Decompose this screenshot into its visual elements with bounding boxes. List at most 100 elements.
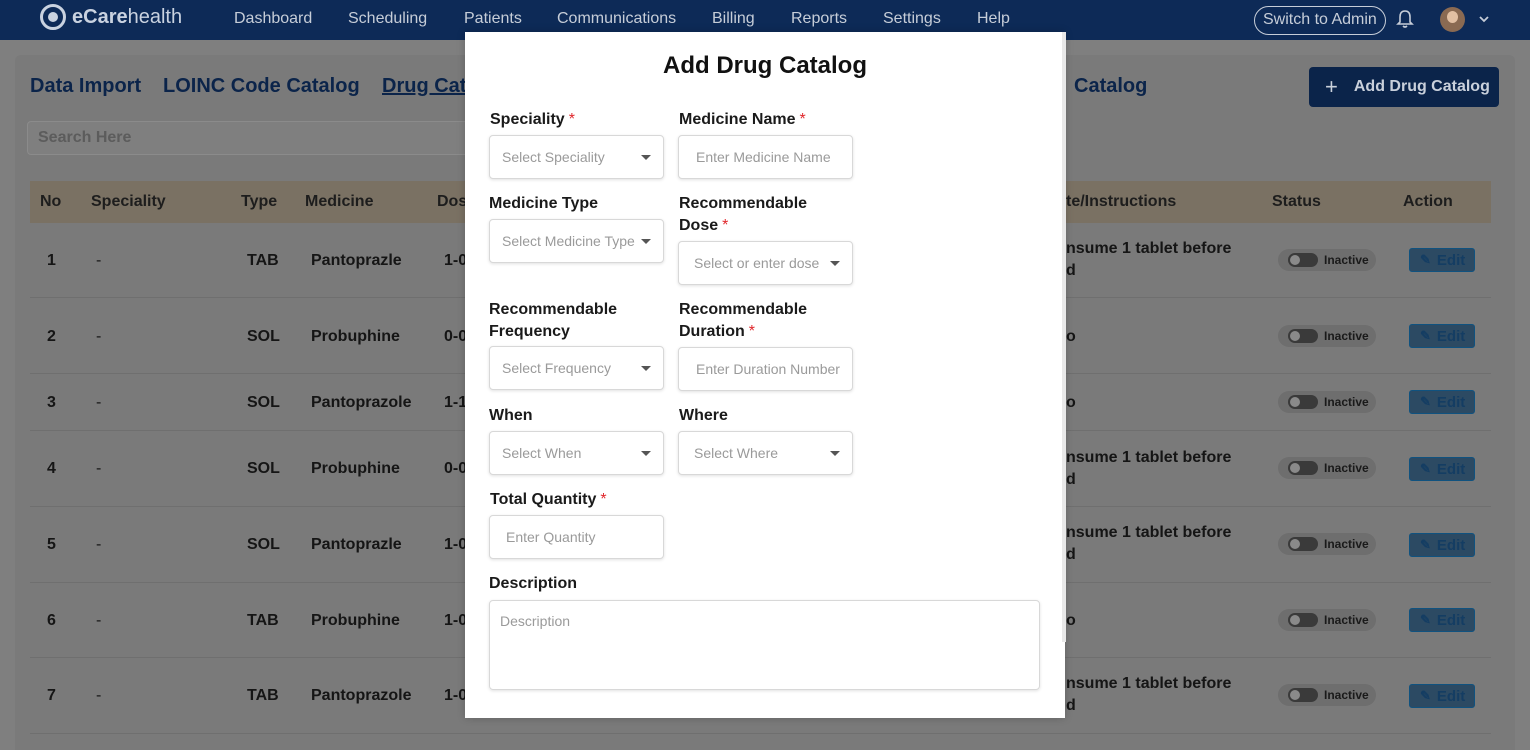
chevron-down-icon[interactable] xyxy=(1478,13,1490,25)
speciality-placeholder: Select Speciality xyxy=(502,149,605,165)
cell-no: 4 xyxy=(47,460,56,477)
cell-instructions: nsume 1 tablet before d xyxy=(1066,238,1231,282)
caret-down-icon xyxy=(641,451,651,456)
toggle-switch[interactable] xyxy=(1288,613,1318,627)
frequency-label-line-2: Frequency xyxy=(489,323,570,340)
cell-speciality: - xyxy=(96,252,102,269)
toggle-switch[interactable] xyxy=(1288,461,1318,475)
bell-icon[interactable] xyxy=(1396,9,1414,29)
status-badge[interactable]: Inactive xyxy=(1278,684,1376,706)
cell-dose: 0-0 xyxy=(444,328,468,345)
toggle-switch[interactable] xyxy=(1288,253,1318,267)
cell-type: TAB xyxy=(247,687,279,704)
pencil-icon: ✎ xyxy=(1420,688,1431,703)
nav-billing[interactable]: Billing xyxy=(712,10,755,28)
medicine-name-input[interactable]: Enter Medicine Name xyxy=(678,135,853,179)
quantity-placeholder: Enter Quantity xyxy=(506,529,596,545)
required-mark: * xyxy=(799,111,806,128)
edit-button[interactable]: ✎ Edit xyxy=(1409,248,1475,272)
description-textarea[interactable]: Description xyxy=(489,600,1040,690)
toggle-switch[interactable] xyxy=(1288,329,1318,343)
when-select[interactable]: Select When xyxy=(489,431,664,475)
frequency-label: Recommendable Frequency xyxy=(489,299,617,343)
add-drug-catalog-modal: Add Drug Catalog Speciality * Select Spec… xyxy=(465,32,1065,718)
instructions-line-2: d xyxy=(1066,262,1076,279)
nav-settings[interactable]: Settings xyxy=(883,10,941,28)
search-input[interactable]: Search Here xyxy=(27,121,477,155)
tab-other-catalog[interactable]: Catalog xyxy=(1074,75,1147,98)
medicine-type-select[interactable]: Select Medicine Type xyxy=(489,219,664,263)
required-mark: * xyxy=(722,217,729,234)
cell-instructions: o xyxy=(1066,394,1076,411)
nav-patients[interactable]: Patients xyxy=(464,10,522,28)
nav-help[interactable]: Help xyxy=(977,10,1010,28)
status-badge[interactable]: Inactive xyxy=(1278,533,1376,555)
modal-title: Add Drug Catalog xyxy=(663,52,867,79)
duration-input[interactable]: Enter Duration Number xyxy=(678,347,853,391)
edit-button[interactable]: ✎ Edit xyxy=(1409,533,1475,557)
app-logo[interactable]: eCare health xyxy=(40,4,182,30)
cell-medicine: Pantoprazle xyxy=(311,536,402,553)
where-select[interactable]: Select Where xyxy=(678,431,853,475)
edit-button[interactable]: ✎ Edit xyxy=(1409,608,1475,632)
frequency-select[interactable]: Select Frequency xyxy=(489,346,664,390)
cell-speciality: - xyxy=(96,536,102,553)
cell-dose: 1-0 xyxy=(444,536,468,553)
dose-select[interactable]: Select or enter dose xyxy=(678,241,853,285)
duration-label-line-2: Duration xyxy=(679,323,745,340)
cell-dose: 1-0 xyxy=(444,612,468,629)
cell-speciality: - xyxy=(96,612,102,629)
switch-to-admin-button[interactable]: Switch to Admin xyxy=(1254,6,1386,35)
add-drug-catalog-button[interactable]: + Add Drug Catalog xyxy=(1309,67,1499,107)
nav-dashboard[interactable]: Dashboard xyxy=(234,10,312,28)
edit-label: Edit xyxy=(1436,687,1466,705)
cell-no: 6 xyxy=(47,612,56,629)
pencil-icon: ✎ xyxy=(1420,537,1431,552)
edit-button[interactable]: ✎ Edit xyxy=(1409,457,1475,481)
tab-data-import[interactable]: Data Import xyxy=(30,75,141,98)
toggle-switch[interactable] xyxy=(1288,537,1318,551)
when-label: When xyxy=(489,407,533,424)
required-mark: * xyxy=(748,323,756,340)
avatar[interactable] xyxy=(1440,7,1465,32)
description-label: Description xyxy=(489,575,578,592)
nav-scheduling[interactable]: Scheduling xyxy=(348,10,427,28)
dose-label: Recommendable Dose * xyxy=(679,193,807,237)
status-badge[interactable]: Inactive xyxy=(1278,609,1376,631)
tab-loinc-code-catalog[interactable]: LOINC Code Catalog xyxy=(163,75,360,98)
duration-label-line-1: Recommendable xyxy=(679,301,808,318)
cell-instructions: nsume 1 tablet before d xyxy=(1066,673,1231,717)
toggle-switch[interactable] xyxy=(1288,395,1318,409)
col-action: Action xyxy=(1403,193,1453,210)
modal-scrollbar[interactable] xyxy=(1062,32,1066,642)
medicine-name-label: Medicine Name * xyxy=(679,109,806,131)
status-badge[interactable]: Inactive xyxy=(1278,325,1376,347)
cell-type: TAB xyxy=(247,252,279,269)
toggle-switch[interactable] xyxy=(1288,688,1318,702)
cell-instructions: o xyxy=(1066,612,1076,629)
logo-text-prefix: eCare xyxy=(72,5,128,28)
edit-button[interactable]: ✎ Edit xyxy=(1409,684,1475,708)
pencil-icon: ✎ xyxy=(1420,461,1431,476)
edit-button[interactable]: ✎ Edit xyxy=(1409,390,1475,414)
add-drug-catalog-label: Add Drug Catalog xyxy=(1353,78,1490,95)
nav-communications[interactable]: Communications xyxy=(557,10,676,28)
edit-label: Edit xyxy=(1436,611,1466,629)
total-quantity-input[interactable]: Enter Quantity xyxy=(489,515,664,559)
required-mark: * xyxy=(568,111,575,128)
status-label: Inactive xyxy=(1324,253,1369,267)
status-label: Inactive xyxy=(1324,537,1369,551)
caret-down-icon xyxy=(641,366,651,371)
edit-label: Edit xyxy=(1436,327,1466,345)
speciality-select[interactable]: Select Speciality xyxy=(489,135,664,179)
dose-label-line-2: Dose xyxy=(679,217,719,234)
medicine-name-placeholder: Enter Medicine Name xyxy=(696,149,831,165)
col-instructions: te/Instructions xyxy=(1066,193,1177,210)
nav-reports[interactable]: Reports xyxy=(791,10,847,28)
edit-button[interactable]: ✎ Edit xyxy=(1409,324,1475,348)
logo-icon xyxy=(40,4,66,30)
required-mark: * xyxy=(600,491,607,508)
status-badge[interactable]: Inactive xyxy=(1278,249,1376,271)
status-badge[interactable]: Inactive xyxy=(1278,391,1376,413)
status-badge[interactable]: Inactive xyxy=(1278,457,1376,479)
